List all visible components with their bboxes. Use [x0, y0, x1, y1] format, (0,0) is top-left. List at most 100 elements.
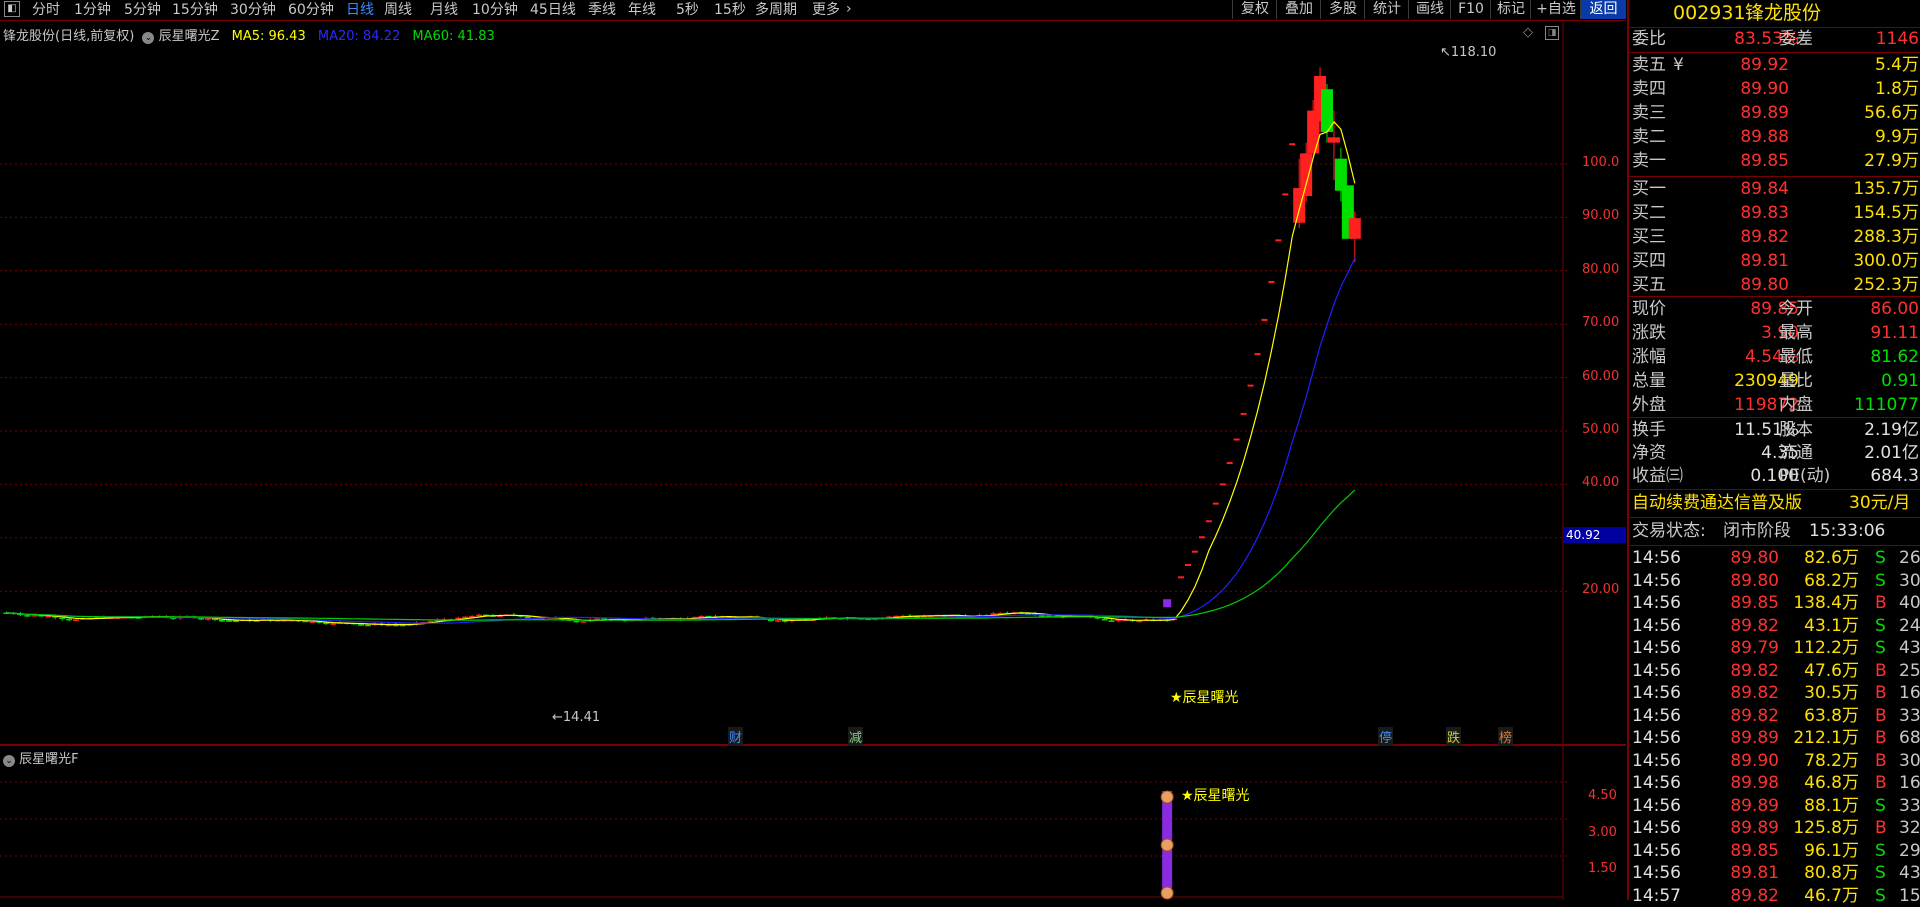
fundamental-label: PE(动): [1779, 466, 1831, 486]
period-tab-12[interactable]: 年线: [628, 1, 656, 19]
toolbar-button-1[interactable]: 叠加: [1276, 0, 1321, 19]
sub-indicator-toggle-icon[interactable]: ⌄: [3, 755, 15, 767]
indicator-name[interactable]: 辰星曙光Z: [159, 29, 220, 44]
promo-text[interactable]: 自动续费通达信普及版: [1632, 492, 1802, 515]
tick-direction: B: [1875, 773, 1887, 793]
candle-body: [225, 620, 232, 622]
toolbar-button-5[interactable]: F10: [1450, 0, 1491, 19]
tick-row[interactable]: 14:56 89.82 47.6万 B 25: [1629, 660, 1920, 682]
tick-time: 14:56: [1632, 660, 1681, 681]
event-marker[interactable]: 财: [728, 727, 744, 746]
weicha-value: 1146: [1875, 29, 1919, 49]
period-tab-15[interactable]: 多周期: [755, 1, 797, 19]
bid-row[interactable]: 买一 89.84 135.7万: [1629, 178, 1920, 201]
tick-row[interactable]: 14:56 89.79 112.2万 S 43: [1629, 637, 1920, 659]
ask-row[interactable]: 卖二 89.88 9.9万: [1629, 126, 1920, 149]
toolbar-button-0[interactable]: 复权: [1232, 0, 1277, 19]
period-tab-6[interactable]: 日线: [346, 1, 374, 19]
tick-row[interactable]: 14:56 89.82 43.1万 S 24: [1629, 615, 1920, 637]
tick-row[interactable]: 14:56 89.81 80.8万 S 43: [1629, 862, 1920, 884]
ma5-readout: MA5: 96.43: [231, 29, 306, 44]
bid-price: 89.81: [1740, 251, 1789, 271]
signal-face-icon: [1160, 838, 1174, 852]
ask-row[interactable]: 卖三 89.89 56.6万: [1629, 102, 1920, 125]
period-tab-0[interactable]: 分时: [32, 1, 60, 19]
tick-direction: B: [1875, 750, 1887, 771]
ask-row[interactable]: 卖五 ¥ 89.92 5.4万: [1629, 54, 1920, 77]
tick-row[interactable]: 14:56 89.85 96.1万 S 29: [1629, 840, 1920, 862]
indicator-toggle-icon[interactable]: ⌄: [142, 32, 155, 44]
period-tab-3[interactable]: 15分钟: [172, 1, 218, 19]
bid-row[interactable]: 买二 89.83 154.5万: [1629, 202, 1920, 225]
period-tab-2[interactable]: 5分钟: [124, 1, 161, 19]
bid-row[interactable]: 买五 89.80 252.3万: [1629, 274, 1920, 297]
event-marker[interactable]: 减: [848, 727, 864, 746]
bid-row[interactable]: 买三 89.82 288.3万: [1629, 226, 1920, 249]
sub-indicator-name[interactable]: 辰星曙光F: [19, 752, 78, 767]
tick-price: 89.79: [1730, 638, 1779, 658]
ma60-line: [6, 489, 1356, 621]
ask-row[interactable]: 卖一 89.85 27.9万: [1629, 150, 1920, 173]
period-tab-14[interactable]: 15秒: [714, 1, 746, 19]
tick-volume: 212.1万: [1793, 728, 1859, 748]
tick-volume: 82.6万: [1804, 548, 1859, 568]
tick-time: 14:56: [1632, 615, 1681, 636]
tick-volume: 125.8万: [1793, 818, 1859, 838]
promo-price[interactable]: 30元/月: [1849, 492, 1910, 515]
bid-row[interactable]: 买四 89.81 300.0万: [1629, 250, 1920, 273]
ask-label: 卖五: [1632, 55, 1666, 75]
period-tab-5[interactable]: 60分钟: [288, 1, 334, 19]
tick-row[interactable]: 14:56 89.90 78.2万 B 30: [1629, 750, 1920, 772]
price-axis-tick: 80.00: [1582, 261, 1620, 277]
period-tab-13[interactable]: 5秒: [676, 1, 699, 19]
tick-volume: 63.8万: [1804, 705, 1859, 726]
quote-panel: 002931 锋龙股份 委比 83.53% 委差 1146 卖五 ¥ 89.92…: [1627, 0, 1920, 906]
period-tab-9[interactable]: 10分钟: [472, 1, 518, 19]
toolbar-button-3[interactable]: 统计: [1364, 0, 1409, 19]
tick-price: 89.85: [1730, 593, 1779, 613]
ma20-line: [6, 258, 1356, 624]
toolbar-button-7[interactable]: +自选: [1530, 0, 1581, 19]
period-tab-4[interactable]: 30分钟: [230, 1, 276, 19]
candle-body: [330, 623, 337, 625]
tick-row[interactable]: 14:56 89.89 88.1万 S 33: [1629, 795, 1920, 817]
ask-price: 89.85: [1740, 151, 1789, 171]
event-marker[interactable]: 停: [1378, 727, 1394, 746]
candle-body: [1300, 153, 1313, 197]
tick-row[interactable]: 14:56 89.82 30.5万 B 16: [1629, 682, 1920, 704]
chart-area[interactable]: 锋龙股份(日线,前复权) ⌄ 辰星曙光Z MA5: 96.43 MA20: 84…: [0, 21, 1626, 900]
tick-time: 14:56: [1632, 863, 1681, 883]
tick-row[interactable]: 14:56 89.98 46.8万 B 16: [1629, 772, 1920, 794]
period-tab-1[interactable]: 1分钟: [74, 1, 111, 19]
toolbar-button-6[interactable]: 标记: [1490, 0, 1531, 19]
toolbar-button-8[interactable]: 返回: [1580, 0, 1626, 19]
tick-row[interactable]: 14:56 89.80 82.6万 S 26: [1629, 547, 1920, 569]
tick-row[interactable]: 14:56 89.89 212.1万 B 68: [1629, 727, 1920, 749]
more-chevron-icon[interactable]: ›: [846, 1, 852, 17]
tick-count: 33: [1899, 795, 1920, 816]
kline-chart[interactable]: [0, 21, 1626, 900]
stock-name: 锋龙股份: [1745, 2, 1822, 24]
tick-direction: B: [1875, 728, 1887, 748]
high-price-annotation: ↖118.10: [1440, 45, 1497, 60]
period-tab-16[interactable]: 更多: [812, 1, 840, 19]
tick-direction: B: [1875, 593, 1887, 613]
tick-row[interactable]: 14:57 89.82 46.7万 S 15: [1629, 885, 1920, 907]
tick-row[interactable]: 14:56 89.82 63.8万 B 33: [1629, 705, 1920, 727]
tick-row[interactable]: 14:56 89.89 125.8万 B 32: [1629, 817, 1920, 839]
chart-window-icon[interactable]: ◨: [1545, 26, 1559, 40]
panel-toggle-icon[interactable]: ◧: [4, 1, 20, 17]
event-marker[interactable]: 跌: [1446, 727, 1462, 746]
tick-row[interactable]: 14:56 89.80 68.2万 S 30: [1629, 570, 1920, 592]
tick-row[interactable]: 14:56 89.85 138.4万 B 40: [1629, 592, 1920, 614]
period-tab-11[interactable]: 季线: [588, 1, 616, 19]
period-tab-7[interactable]: 周线: [384, 1, 412, 19]
weicha-label: 委差: [1779, 29, 1813, 49]
ask-row[interactable]: 卖四 89.90 1.8万: [1629, 78, 1920, 101]
period-tab-10[interactable]: 45日线: [530, 1, 576, 19]
toolbar-button-2[interactable]: 多股: [1320, 0, 1365, 19]
period-tab-8[interactable]: 月线: [430, 1, 458, 19]
toolbar-button-4[interactable]: 画线: [1408, 0, 1451, 19]
event-marker[interactable]: 榜: [1498, 727, 1514, 746]
diamond-icon[interactable]: ◇: [1523, 25, 1533, 40]
